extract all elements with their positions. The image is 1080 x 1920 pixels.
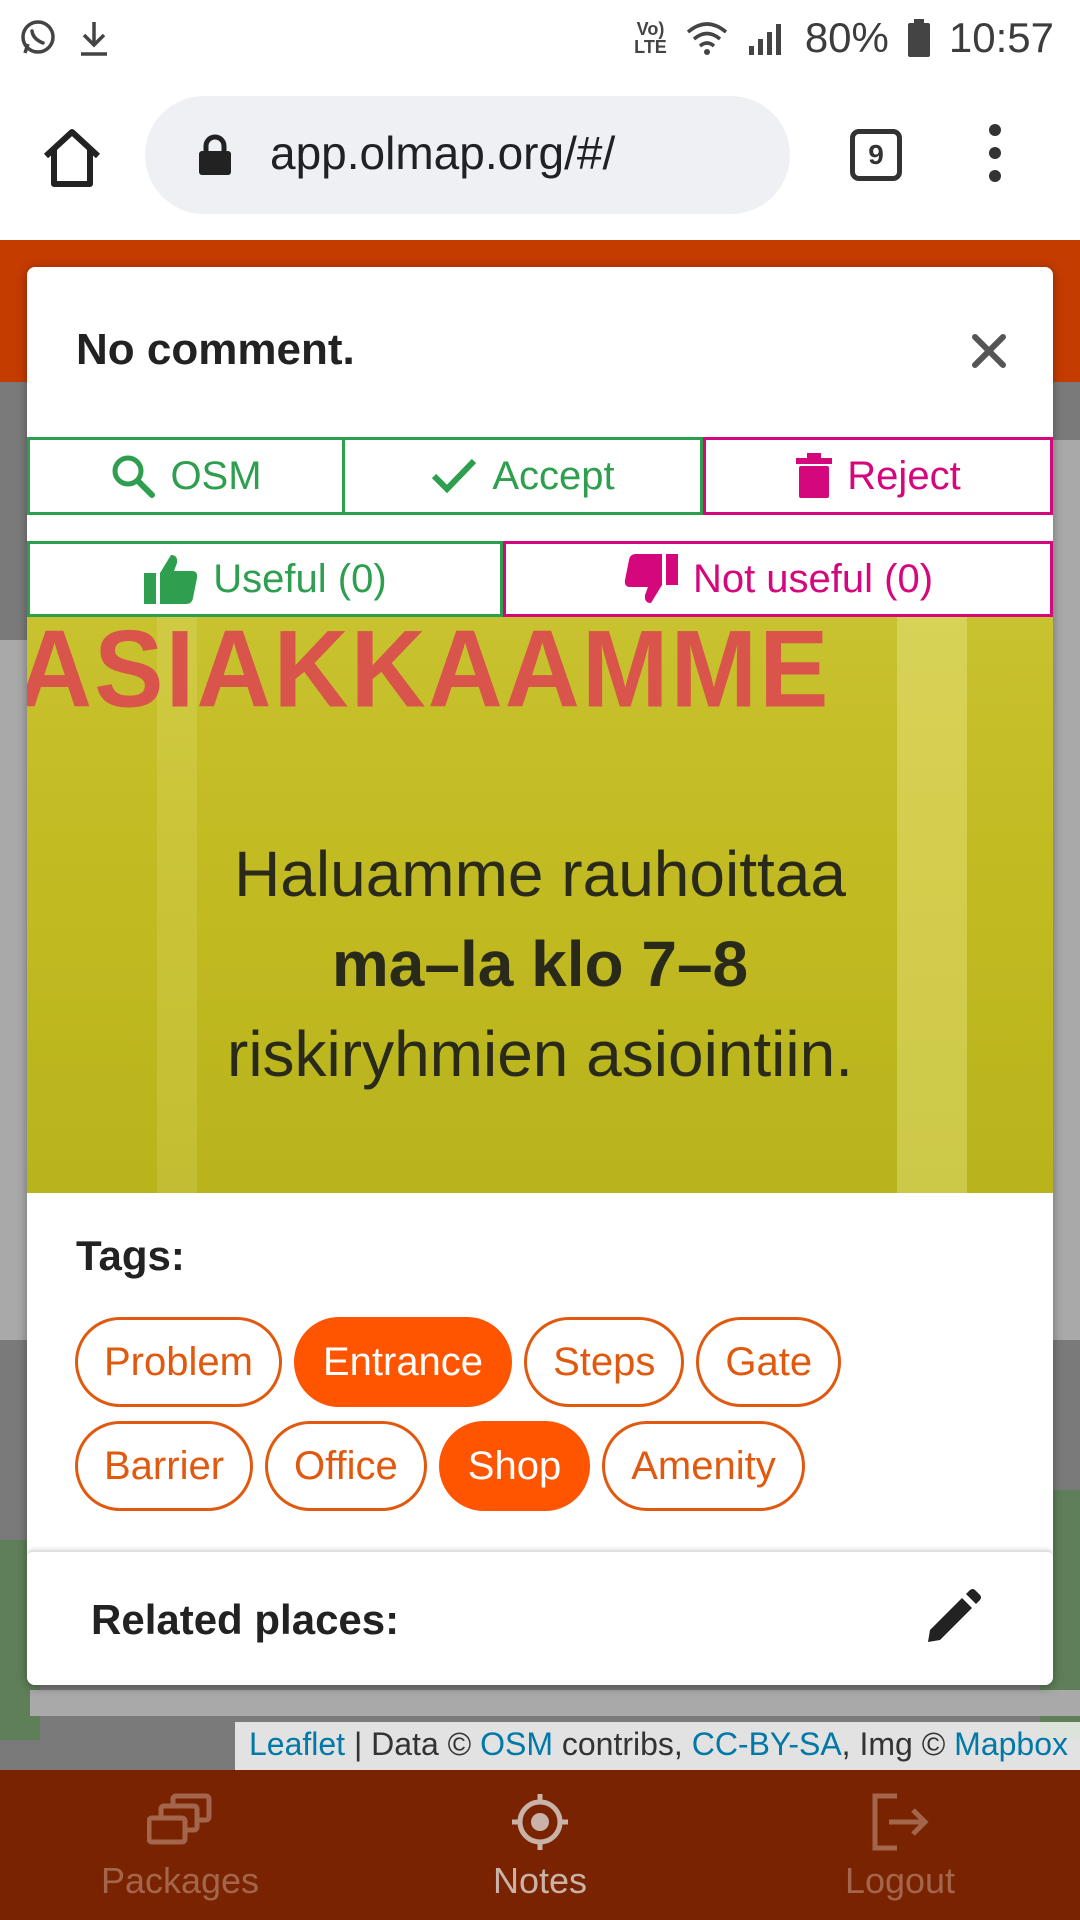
photo-headline-text: ASIAKKAAMME (27, 617, 831, 731)
accept-button[interactable]: Accept (345, 437, 703, 515)
photo-text-line: riskiryhmien asiointiin. (227, 1018, 853, 1090)
not-useful-button[interactable]: Not useful (0) (503, 541, 1053, 617)
map-road (30, 1690, 1080, 1716)
attribution-contribs: contribs, (561, 1726, 683, 1762)
close-icon[interactable] (967, 329, 1011, 373)
whatsapp-icon (21, 20, 55, 54)
note-comment: No comment. (76, 325, 355, 374)
attribution-img-prefix: , Img © (841, 1726, 946, 1762)
map-road (1050, 440, 1080, 1340)
osm-link[interactable]: OSM (480, 1726, 553, 1762)
address-bar[interactable]: app.olmap.org/#/ (145, 96, 790, 214)
logout-icon (872, 1793, 929, 1851)
related-places-heading: Related places: (91, 1596, 400, 1643)
thumbs-down-icon (624, 554, 678, 603)
browser-menu-button[interactable] (980, 124, 1010, 188)
nav-packages-label: Packages (100, 1860, 260, 1901)
nav-notes[interactable]: Notes (360, 1770, 720, 1920)
useful-button[interactable]: Useful (0) (27, 541, 503, 617)
accept-button-label: Accept (492, 453, 615, 498)
browser-toolbar: app.olmap.org/#/ 9 (0, 76, 1080, 240)
menu-dot (989, 170, 1001, 182)
bottom-nav: Packages Notes Logout (0, 1770, 1080, 1920)
not-useful-button-label: Not useful (0) (692, 556, 934, 601)
reject-button[interactable]: Reject (703, 437, 1053, 515)
license-link[interactable]: CC-BY-SA (692, 1726, 842, 1762)
trash-icon (796, 453, 833, 498)
tag-row: Barrier Office Shop Amenity (75, 1421, 1015, 1511)
wifi-icon (686, 22, 727, 55)
tag-row: Problem Entrance Steps Gate (75, 1317, 1015, 1407)
map-attribution: Leaflet | Data © OSM contribs, CC-BY-SA,… (234, 1722, 1080, 1770)
mapbox-link[interactable]: Mapbox (954, 1726, 1068, 1762)
battery-icon (907, 19, 930, 57)
tag-shop[interactable]: Shop (438, 1421, 591, 1511)
volte-indicator: Vo) LTE (634, 19, 667, 57)
thumbs-up-icon (144, 555, 198, 604)
battery-percent: 80% (804, 14, 889, 61)
tab-switcher-button[interactable]: 9 (850, 129, 902, 181)
menu-dot (989, 147, 1001, 159)
useful-button-label: Useful (0) (213, 556, 387, 601)
target-icon (512, 1794, 568, 1850)
status-left (18, 18, 112, 58)
check-icon (432, 458, 477, 494)
map-road (0, 640, 30, 1340)
status-right: Vo) LTE 80% 10:57 (634, 14, 1054, 62)
menu-dot (989, 124, 1001, 136)
nav-packages[interactable]: Packages (0, 1770, 360, 1920)
tag-list: Problem Entrance Steps Gate Barrier Offi… (75, 1317, 1015, 1525)
url-text: app.olmap.org/#/ (270, 127, 616, 179)
review-actions: OSM Accept Reject (27, 437, 1053, 515)
search-icon (112, 455, 156, 498)
leaflet-link[interactable]: Leaflet (249, 1726, 345, 1762)
packages-icon (147, 1793, 212, 1845)
note-photo[interactable]: ASIAKKAAMME Haluamme rauhoittaa ma–la kl… (27, 617, 1053, 1193)
nav-logout[interactable]: Logout (720, 1770, 1080, 1920)
clock: 10:57 (948, 14, 1054, 61)
tag-steps[interactable]: Steps (524, 1317, 685, 1407)
edit-pencil-icon[interactable] (922, 1588, 982, 1648)
lock-icon (199, 134, 231, 175)
tag-barrier[interactable]: Barrier (75, 1421, 254, 1511)
download-icon (81, 22, 107, 56)
reject-button-label: Reject (847, 453, 961, 498)
photo-text-line: ma–la klo 7–8 (331, 928, 749, 1000)
tag-gate[interactable]: Gate (696, 1317, 842, 1407)
home-icon[interactable] (40, 126, 104, 190)
signal-icon (748, 24, 781, 55)
tag-amenity[interactable]: Amenity (602, 1421, 805, 1511)
tag-entrance[interactable]: Entrance (293, 1317, 513, 1407)
attribution-data-prefix: | Data © (353, 1726, 472, 1762)
tags-heading: Tags: (76, 1232, 185, 1279)
status-bar: Vo) LTE 80% 10:57 (0, 0, 1080, 76)
osm-button[interactable]: OSM (27, 437, 345, 515)
feedback-actions: Useful (0) Not useful (0) (27, 541, 1053, 617)
tag-office[interactable]: Office (265, 1421, 427, 1511)
note-detail-modal: No comment. OSM Accept Reject Useful (0)… (27, 267, 1053, 1685)
photo-text-line: Haluamme rauhoittaa (234, 838, 846, 910)
nav-logout-label: Logout (844, 1860, 956, 1901)
nav-notes-label: Notes (492, 1860, 588, 1901)
tag-problem[interactable]: Problem (75, 1317, 282, 1407)
related-places-card: Related places: (27, 1550, 1053, 1685)
osm-button-label: OSM (170, 453, 262, 498)
